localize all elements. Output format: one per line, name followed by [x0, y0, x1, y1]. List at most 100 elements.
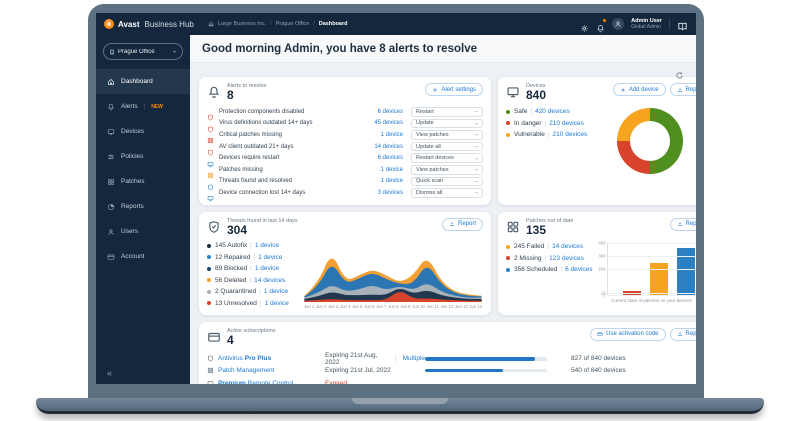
patch-icon: [207, 166, 214, 173]
legend-item: 12 Repaired|1 device: [207, 251, 303, 263]
laptop-base: [36, 398, 764, 414]
alert-row: Patches missing 1 device View patches: [207, 164, 483, 176]
chevron-down-icon: [474, 190, 479, 195]
devices-link[interactable]: 14 devices: [355, 144, 403, 150]
add-device-button[interactable]: Add device: [613, 83, 666, 96]
devices-link[interactable]: 6 devices: [355, 155, 403, 161]
greeting-bar: Good morning Admin, you have 8 alerts to…: [190, 35, 696, 63]
learn-book-icon[interactable]: [677, 19, 688, 30]
legend-devices-link[interactable]: 1 device: [265, 300, 289, 307]
settings-gear-icon[interactable]: [580, 20, 589, 29]
alert-action-select[interactable]: Restart devices: [411, 153, 483, 163]
sidebar-item-patches[interactable]: Patches: [96, 169, 190, 194]
chevron-down-icon: [474, 132, 479, 137]
devices-report-button[interactable]: Report: [670, 83, 696, 96]
legend-devices-link[interactable]: 14 devices: [552, 243, 583, 250]
bell-icon: [207, 85, 221, 99]
user-avatar[interactable]: [612, 18, 624, 30]
sidebar-item-dashboard[interactable]: Dashboard: [96, 69, 190, 94]
sidebar-item-account[interactable]: Account: [96, 244, 190, 269]
subscription-row: Patch Management Expiring 21st Jul, 2022…: [207, 364, 696, 377]
patches-report-button[interactable]: Report: [670, 218, 696, 231]
breadcrumb-company[interactable]: Large Business Inc.: [218, 21, 266, 27]
devices-link[interactable]: 6 devices: [355, 109, 403, 115]
topbar: a Avast Business Hub Large Business Inc.…: [96, 13, 696, 35]
vulnerable-devices-link[interactable]: 210 devices: [553, 131, 588, 138]
use-activation-code-button[interactable]: Use activation code: [590, 328, 665, 341]
subscription-name-link[interactable]: Antivirus Pro Plus: [207, 355, 325, 362]
usage-text: 540 of 840 devices: [557, 367, 696, 374]
devices-link[interactable]: 3 devices: [355, 190, 403, 196]
threats-count: 304: [227, 224, 298, 236]
legend-item: 145 Autofix|1 device: [207, 240, 303, 252]
devices-link[interactable]: 45 devices: [355, 120, 403, 126]
safe-devices-link[interactable]: 420 devices: [535, 108, 570, 115]
subscriptions-report-button[interactable]: Report: [670, 328, 696, 341]
alert-row: Device connection lost 14+ days 3 device…: [207, 187, 483, 199]
alert-action-select[interactable]: Restart: [411, 107, 483, 117]
legend-dot: [207, 278, 211, 282]
card-icon: [597, 331, 603, 337]
legend-item: Vulnerable | 210 devices: [506, 129, 587, 141]
patches-card: Patches out of date 135 Report: [498, 212, 696, 315]
sidebar-item-reports[interactable]: Reports: [96, 194, 190, 219]
usage-progress-bar: [425, 357, 547, 361]
sidebar-item-alerts[interactable]: Alerts | NEW: [96, 94, 190, 119]
devices-link[interactable]: 1 device: [355, 167, 403, 173]
chevron-down-icon: [474, 179, 479, 184]
legend-dot: [207, 290, 211, 294]
bar-failed: [650, 263, 668, 295]
sidebar-item-policies[interactable]: Policies: [96, 144, 190, 169]
patches-legend: 245 Failed|14 devices2 Missing|123 devic…: [506, 241, 593, 303]
legend-devices-link[interactable]: 6 devices: [565, 266, 592, 273]
monitor-icon: [207, 189, 214, 196]
legend-devices-link[interactable]: 1 device: [258, 254, 282, 261]
alert-row: Protection components disabled 6 devices…: [207, 106, 483, 118]
alert-action-select[interactable]: View patches: [411, 130, 483, 140]
threats-report-button[interactable]: Report: [442, 218, 483, 231]
danger-dot: [506, 121, 510, 125]
legend-devices-link[interactable]: 1 device: [255, 242, 279, 249]
alert-action-select[interactable]: Update all: [411, 142, 483, 152]
chevron-down-icon: [474, 167, 479, 172]
multiple-link[interactable]: Multiple: [403, 355, 425, 362]
notification-dot: [603, 19, 607, 23]
sidebar-item-devices[interactable]: Devices: [96, 119, 190, 144]
expiry-text: Expiring 21st Jul, 2022: [325, 367, 425, 374]
danger-devices-link[interactable]: 210 devices: [549, 120, 584, 127]
legend-devices-link[interactable]: 1 device: [255, 265, 279, 272]
refresh-icon[interactable]: [675, 67, 684, 76]
devices-count: 840: [526, 89, 546, 101]
home-icon: [107, 78, 115, 86]
sidebar-item-users[interactable]: Users: [96, 219, 190, 244]
alert-settings-button[interactable]: Alert settings: [425, 83, 483, 96]
legend-devices-link[interactable]: 14 devices: [254, 277, 285, 284]
monitor-icon: [107, 128, 115, 136]
alert-action-select[interactable]: Update: [411, 119, 483, 129]
notifications-bell-icon[interactable]: [596, 20, 605, 29]
subscription-name-link[interactable]: Patch Management: [207, 367, 325, 374]
gear-icon: [432, 87, 438, 93]
patch-icon: [107, 178, 115, 186]
subscription-row: Premium Remote Control Expired: [207, 377, 696, 384]
subscription-name-link[interactable]: Premium Remote Control: [207, 380, 325, 385]
devices-link[interactable]: 1 device: [355, 132, 403, 138]
site-selector-label: Prague Office: [118, 49, 169, 55]
legend-dot: [506, 256, 510, 260]
legend-devices-link[interactable]: 1 device: [264, 288, 288, 295]
breadcrumb-site[interactable]: Prague Office: [276, 21, 310, 27]
alert-action-select[interactable]: Quick scan: [411, 177, 483, 187]
legend-item: In danger | 210 devices: [506, 118, 587, 130]
shield-icon: [207, 143, 214, 150]
sidebar-collapse-button[interactable]: «: [107, 368, 112, 378]
download-icon: [677, 331, 683, 337]
usage-text: 827 of 840 devices: [557, 355, 696, 362]
dashboard-content: Good morning Admin, you have 8 alerts to…: [190, 35, 696, 384]
site-selector[interactable]: Prague Office: [103, 43, 183, 60]
legend-devices-link[interactable]: 123 devices: [549, 255, 584, 262]
alert-action-select[interactable]: View patches: [411, 165, 483, 175]
threats-card: Threats found in last 14 days 304 Report: [199, 212, 491, 315]
alert-action-select[interactable]: Dismiss all: [411, 188, 483, 198]
devices-link[interactable]: 1 device: [355, 178, 403, 184]
patches-chart-xlabel: Current state of patches on your devices: [593, 298, 696, 303]
